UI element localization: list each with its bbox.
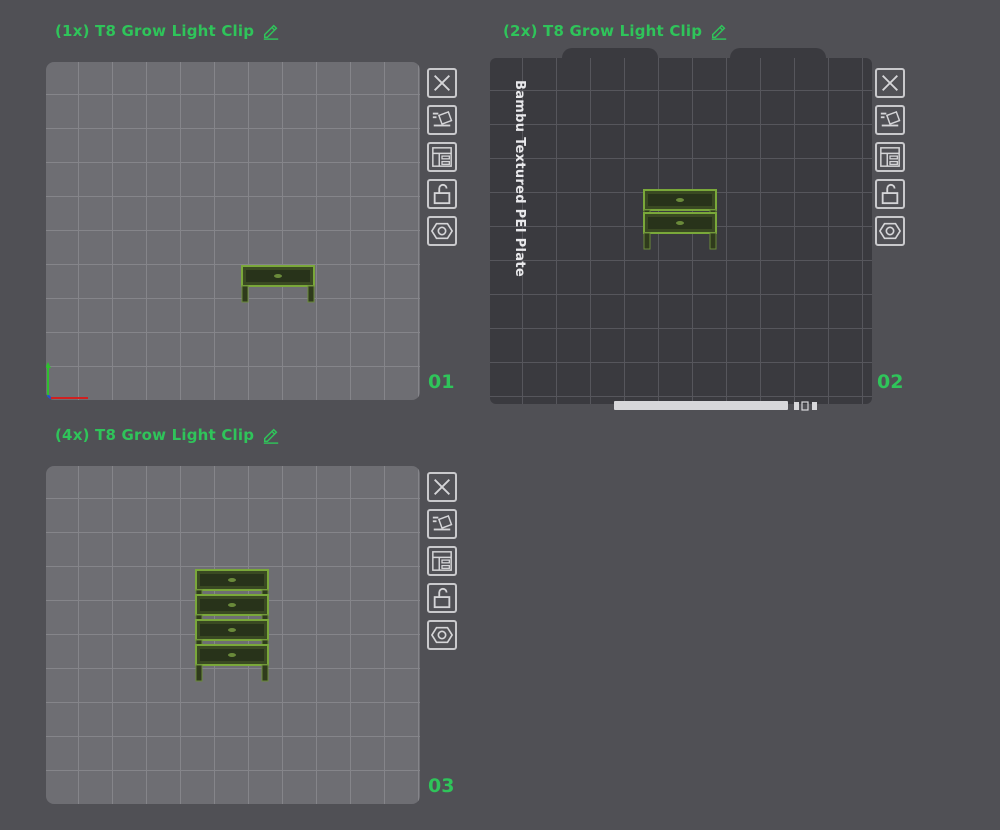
arrange-icon [879, 146, 901, 168]
close-icon [431, 72, 453, 94]
lock-icon [431, 587, 453, 609]
lock-icon [431, 183, 453, 205]
plate-2-title[interactable]: (2x) T8 Grow Light Clip [503, 22, 728, 40]
auto-orient-button[interactable] [427, 105, 457, 135]
settings-icon [431, 220, 453, 242]
plate-2-toolbar [875, 68, 905, 246]
auto-orient-icon [879, 109, 901, 131]
plate-1-toolbar [427, 68, 457, 246]
pencil-icon[interactable] [710, 22, 728, 40]
grow-light-clip-model[interactable] [240, 264, 316, 304]
pencil-icon[interactable] [262, 22, 280, 40]
build-plate-3[interactable] [46, 466, 420, 804]
plate-settings-button[interactable] [875, 216, 905, 246]
grow-light-clip-model[interactable] [194, 643, 270, 683]
lock-button[interactable] [427, 583, 457, 613]
lock-button[interactable] [427, 179, 457, 209]
plate-2-title-text: (2x) T8 Grow Light Clip [503, 22, 703, 40]
plate-number: 02 [877, 371, 904, 393]
settings-icon [879, 220, 901, 242]
plate-marker-icons [794, 401, 817, 411]
close-icon [879, 72, 901, 94]
remove-plate-button[interactable] [427, 472, 457, 502]
auto-orient-button[interactable] [427, 509, 457, 539]
build-plate-1[interactable] [46, 62, 420, 400]
lock-icon [879, 183, 901, 205]
pencil-icon[interactable] [262, 426, 280, 444]
lock-button[interactable] [875, 179, 905, 209]
plate-3-title-text: (4x) T8 Grow Light Clip [55, 426, 255, 444]
arrange-button[interactable] [427, 546, 457, 576]
grow-light-clip-model[interactable] [642, 211, 718, 251]
plate-bottom-strip [614, 401, 788, 410]
auto-orient-button[interactable] [875, 105, 905, 135]
arrange-button[interactable] [427, 142, 457, 172]
plate-number: 01 [428, 371, 455, 393]
plate-3-toolbar [427, 472, 457, 650]
auto-orient-icon [431, 513, 453, 535]
plate-1-title-text: (1x) T8 Grow Light Clip [55, 22, 255, 40]
remove-plate-button[interactable] [427, 68, 457, 98]
axis-indicator [46, 362, 88, 400]
plate-1-title[interactable]: (1x) T8 Grow Light Clip [55, 22, 280, 40]
close-icon [431, 476, 453, 498]
plate-3-title[interactable]: (4x) T8 Grow Light Clip [55, 426, 280, 444]
plate-settings-button[interactable] [427, 216, 457, 246]
arrange-icon [431, 550, 453, 572]
arrange-button[interactable] [875, 142, 905, 172]
plate-settings-button[interactable] [427, 620, 457, 650]
auto-orient-icon [431, 109, 453, 131]
plate-type-label: Bambu Textured PEI Plate [512, 80, 527, 277]
plate-number: 03 [428, 775, 455, 797]
settings-icon [431, 624, 453, 646]
build-plate-2[interactable]: Bambu Textured PEI Plate [490, 58, 872, 404]
arrange-icon [431, 146, 453, 168]
remove-plate-button[interactable] [875, 68, 905, 98]
